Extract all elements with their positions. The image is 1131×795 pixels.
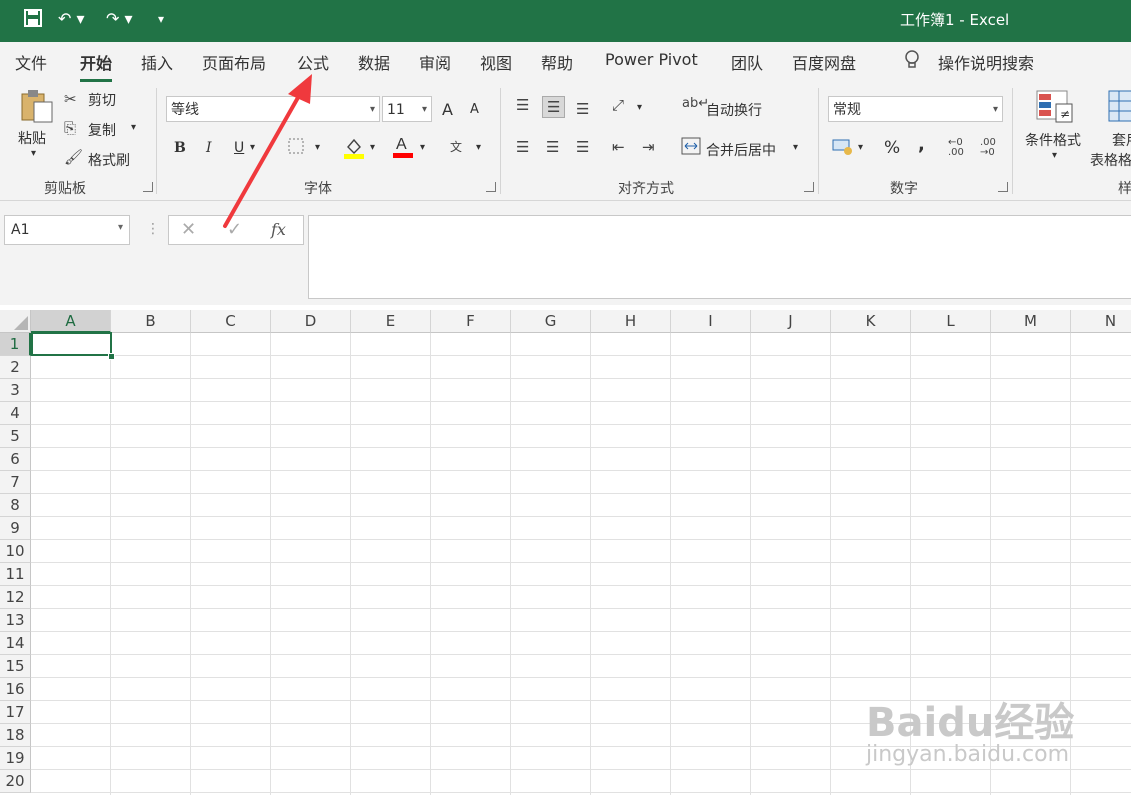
annotation-arrow (223, 74, 312, 228)
baidu-watermark-url: jingyan.baidu.com (866, 742, 1070, 767)
baidu-watermark: Baidu经验 (866, 700, 1075, 746)
